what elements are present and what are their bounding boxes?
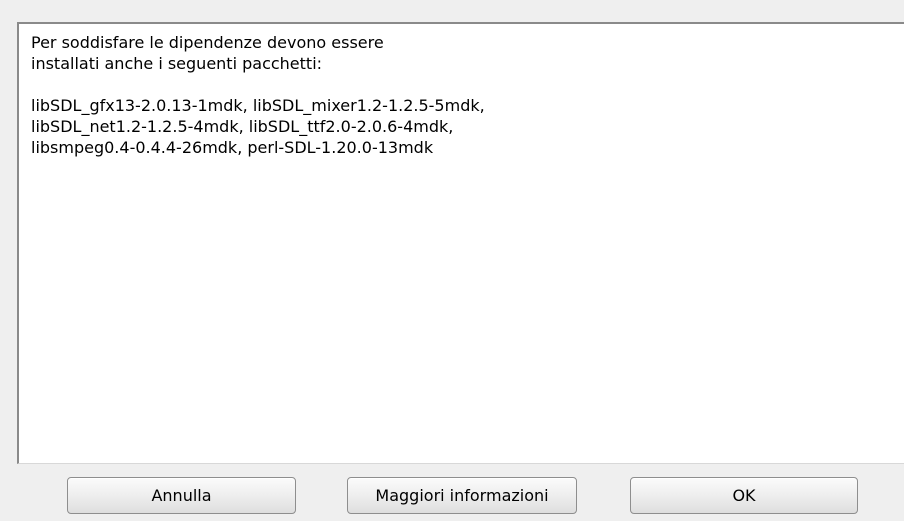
more-info-button[interactable]: Maggiori informazioni [347, 477, 577, 514]
cancel-button[interactable]: Annulla [67, 477, 296, 514]
package-line: libsmpeg0.4-0.4.4-26mdk, perl-SDL-1.20.0… [31, 138, 434, 157]
package-line: libSDL_gfx13-2.0.13-1mdk, libSDL_mixer1.… [31, 96, 485, 115]
message-text-area[interactable]: Per soddisfare le dipendenze devono esse… [17, 22, 904, 464]
dependency-dialog: Per soddisfare le dipendenze devono esse… [0, 0, 904, 521]
package-line: libSDL_net1.2-1.2.5-4mdk, libSDL_ttf2.0-… [31, 117, 454, 136]
intro-line: installati anche i seguenti pacchetti: [31, 54, 323, 73]
ok-button[interactable]: OK [630, 477, 858, 514]
intro-line: Per soddisfare le dipendenze devono esse… [31, 33, 384, 52]
